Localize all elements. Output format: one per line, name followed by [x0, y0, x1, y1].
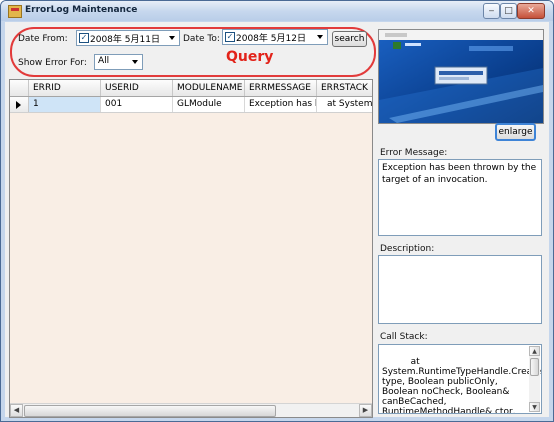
column-header-errid[interactable]: ERRID [29, 80, 101, 96]
column-header-userid[interactable]: USERID [101, 80, 173, 96]
show-error-value: All [98, 56, 110, 66]
date-to-checkbox[interactable]: ✓ [225, 32, 235, 42]
scroll-up-icon[interactable]: ▲ [529, 346, 540, 356]
date-from-value: 2008年 5月11日 [90, 35, 160, 45]
show-error-select[interactable]: All [94, 54, 143, 70]
query-annotation: Query [226, 49, 274, 65]
window-title: ErrorLog Maintenance [25, 5, 138, 15]
minimize-icon[interactable]: ‒ [483, 3, 500, 19]
search-button[interactable]: search [332, 31, 367, 47]
show-error-label: Show Error For: [18, 58, 87, 68]
app-icon [8, 5, 22, 18]
scroll-down-icon[interactable]: ▼ [529, 402, 540, 412]
cell-modulename[interactable]: GLModule [173, 97, 245, 112]
errorlog-grid[interactable]: ERRID USERID MODULENAME ERRMESSAGE ERRST… [9, 79, 373, 418]
close-icon[interactable]: ✕ [517, 3, 545, 19]
row-selector-arrow-icon[interactable] [10, 97, 29, 112]
title-bar: ErrorLog Maintenance ‒ □ ✕ [1, 1, 553, 21]
horizontal-scrollbar[interactable]: ◀ ▶ [10, 403, 372, 417]
description-label: Description: [380, 244, 435, 254]
call-stack-textbox[interactable]: at System.RuntimeTypeHandle.CreateInstan… [378, 344, 542, 414]
row-header-corner [10, 80, 29, 96]
column-header-errmessage[interactable]: ERRMESSAGE [245, 80, 317, 96]
column-header-errstack[interactable]: ERRSTACK [317, 80, 372, 96]
date-to-value: 2008年 5月12日 [236, 34, 306, 44]
table-row[interactable]: 1 001 GLModule Exception has be... at Sy… [10, 97, 372, 113]
chevron-down-icon[interactable] [132, 60, 138, 64]
preview-image [379, 30, 543, 123]
cell-errstack[interactable]: at System.Runti [317, 97, 372, 112]
cell-userid[interactable]: 001 [101, 97, 173, 112]
date-from-picker[interactable]: ✓ 2008年 5月11日 [76, 30, 180, 46]
date-to-picker[interactable]: ✓ 2008年 5月12日 [222, 29, 328, 45]
call-stack-text: at System.RuntimeTypeHandle.CreateInstan… [382, 357, 542, 414]
client-area: Date From: ✓ 2008年 5月11日 Date To: ✓ 2008… [5, 22, 549, 418]
enlarge-button[interactable]: enlarge [495, 123, 536, 141]
chevron-down-icon[interactable] [169, 36, 175, 40]
description-textbox[interactable] [378, 255, 542, 324]
date-to-label: Date To: [183, 34, 220, 44]
error-message-textbox[interactable]: Exception has been thrown by the target … [378, 159, 542, 236]
error-message-label: Error Message: [380, 148, 448, 158]
scroll-right-icon[interactable]: ▶ [359, 404, 372, 417]
column-header-modulename[interactable]: MODULENAME [173, 80, 245, 96]
grid-header: ERRID USERID MODULENAME ERRMESSAGE ERRST… [10, 80, 372, 97]
date-from-label: Date From: [18, 34, 68, 44]
date-from-checkbox[interactable]: ✓ [79, 33, 89, 43]
chevron-down-icon[interactable] [317, 35, 323, 39]
scroll-left-icon[interactable]: ◀ [10, 404, 23, 417]
cell-errid[interactable]: 1 [29, 97, 101, 112]
cell-errmessage[interactable]: Exception has be... [245, 97, 317, 112]
errorlog-window: ErrorLog Maintenance ‒ □ ✕ Date From: ✓ … [0, 0, 554, 422]
scroll-thumb[interactable] [530, 358, 539, 376]
screenshot-preview [378, 29, 544, 124]
scroll-thumb[interactable] [24, 405, 276, 417]
maximize-icon[interactable]: □ [500, 3, 517, 19]
call-stack-scrollbar[interactable]: ▲ ▼ [529, 346, 540, 412]
call-stack-label: Call Stack: [380, 332, 428, 342]
